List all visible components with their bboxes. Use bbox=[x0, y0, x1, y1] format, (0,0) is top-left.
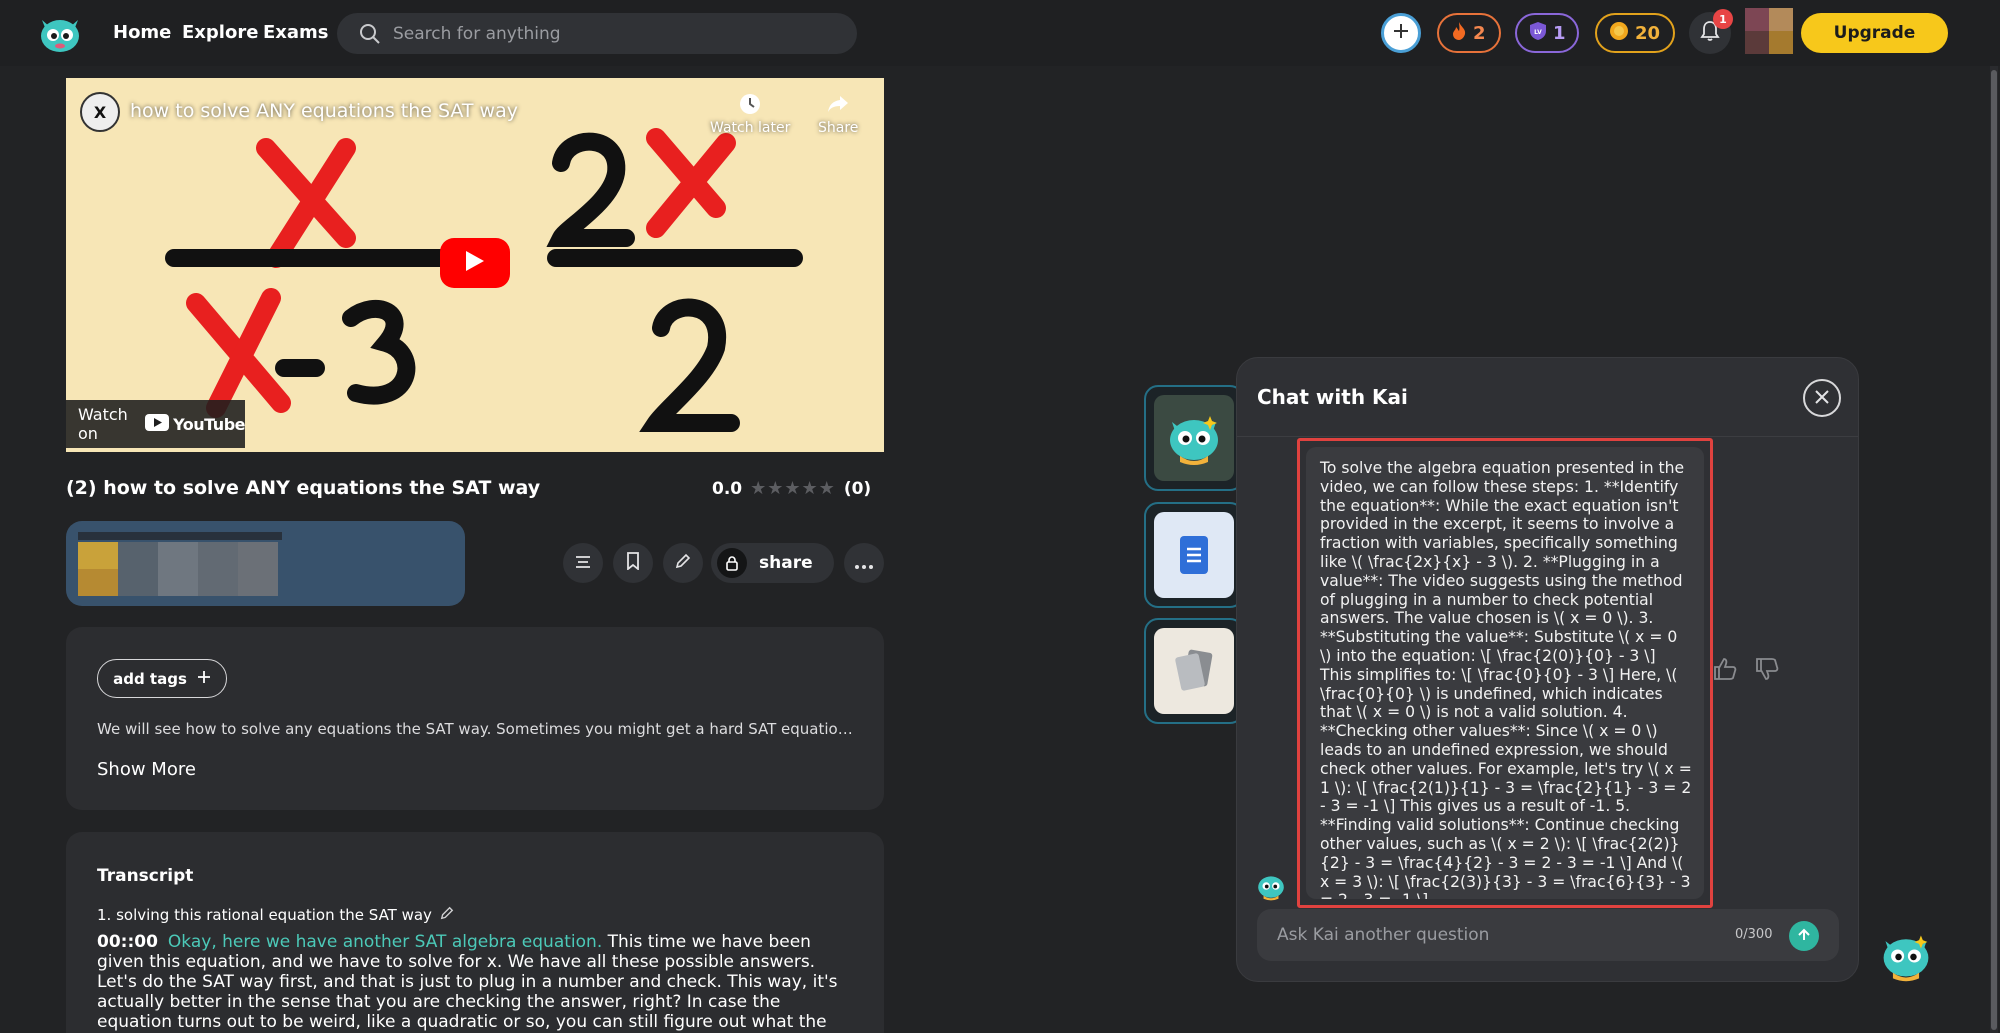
video-player[interactable]: X how to solve ANY equations the SAT way… bbox=[66, 78, 884, 452]
close-chat-button[interactable] bbox=[1803, 379, 1841, 417]
show-more-link[interactable]: Show More bbox=[97, 759, 196, 780]
chat-panel: Chat with Kai To solve the algebra equat… bbox=[1236, 357, 1859, 982]
chat-divider bbox=[1237, 436, 1858, 437]
rating-count: (0) bbox=[843, 478, 872, 499]
chat-title: Chat with Kai bbox=[1257, 385, 1408, 409]
bookmark-icon bbox=[626, 552, 640, 574]
pencil-icon bbox=[675, 553, 691, 573]
send-arrow-icon bbox=[1797, 927, 1811, 946]
create-button[interactable] bbox=[1381, 13, 1421, 53]
flashcard-icon bbox=[1154, 628, 1234, 714]
kai-floating-button[interactable] bbox=[1878, 928, 1934, 984]
description-card: add tags We will see how to solve any eq… bbox=[66, 627, 884, 810]
notification-badge: 1 bbox=[1713, 9, 1733, 29]
plus-small-icon bbox=[197, 670, 211, 688]
video-embed-title[interactable]: how to solve ANY equations the SAT way bbox=[130, 100, 518, 122]
send-button[interactable] bbox=[1789, 921, 1819, 951]
message-highlight-box: To solve the algebra equation presented … bbox=[1297, 438, 1713, 908]
thumbs-down-button[interactable] bbox=[1754, 656, 1780, 686]
page-title: (2) how to solve ANY equations the SAT w… bbox=[66, 477, 541, 499]
kai-avatar-icon bbox=[1154, 395, 1234, 481]
share-arrow-icon bbox=[818, 92, 858, 120]
share-button[interactable]: share bbox=[711, 543, 834, 583]
description-text: We will see how to solve any equations t… bbox=[97, 720, 857, 738]
kai-small-avatar bbox=[1255, 871, 1287, 905]
level-pill[interactable]: LV 1 bbox=[1515, 13, 1579, 53]
transcript-section: 1. solving this rational equation the SA… bbox=[97, 906, 454, 924]
transcript-section-title: 1. solving this rational equation the SA… bbox=[97, 906, 432, 924]
youtube-logo: YouTube bbox=[145, 413, 245, 435]
share-video-button[interactable]: Share bbox=[818, 92, 858, 136]
folder-card[interactable] bbox=[66, 521, 465, 606]
thumbs-up-icon bbox=[1712, 656, 1738, 686]
kai-logo-icon[interactable] bbox=[38, 14, 82, 54]
pencil-icon[interactable] bbox=[440, 906, 454, 924]
watch-later-label: Watch later bbox=[710, 120, 791, 136]
ask-kai-bar[interactable]: 0/300 bbox=[1257, 909, 1839, 961]
ask-kai-input[interactable] bbox=[1277, 922, 1717, 948]
watch-on-youtube[interactable]: Watch on YouTube bbox=[66, 400, 245, 448]
channel-avatar[interactable]: X bbox=[80, 92, 120, 132]
watch-later-button[interactable]: Watch later bbox=[710, 92, 790, 136]
coin-icon bbox=[1609, 21, 1629, 46]
outline-button[interactable] bbox=[563, 543, 603, 583]
page-scrollbar[interactable] bbox=[1991, 70, 1997, 1030]
play-button[interactable] bbox=[440, 238, 510, 288]
transcript-highlight[interactable]: Okay, here we have another SAT algebra e… bbox=[168, 932, 602, 952]
youtube-wordmark: YouTube bbox=[173, 414, 245, 434]
streak-count: 2 bbox=[1473, 22, 1486, 44]
rating-value: 0.0 bbox=[712, 478, 743, 499]
plus-icon bbox=[1392, 22, 1410, 44]
transcript-card: Transcript 1. solving this rational equa… bbox=[66, 832, 884, 1033]
lock-icon bbox=[717, 548, 747, 578]
thumbs-down-icon bbox=[1754, 656, 1780, 686]
share-video-label: Share bbox=[818, 120, 859, 136]
watch-on-label: Watch on bbox=[78, 405, 128, 443]
tab-flashcards[interactable] bbox=[1144, 618, 1244, 724]
transcript-body: 00::00 Okay, here we have another SAT alg… bbox=[97, 932, 857, 1033]
level-shield-icon: LV bbox=[1529, 21, 1547, 46]
top-nav: Home Explore Exams 2 LV 1 20 1 bbox=[0, 0, 2000, 66]
coin-pill[interactable]: 20 bbox=[1595, 13, 1675, 53]
close-icon bbox=[1815, 389, 1829, 408]
rating-stars[interactable]: ★★★★★ bbox=[750, 478, 836, 499]
streak-pill[interactable]: 2 bbox=[1437, 13, 1501, 53]
list-icon bbox=[575, 554, 591, 573]
more-button[interactable] bbox=[844, 543, 884, 583]
avatar[interactable] bbox=[1745, 8, 1793, 54]
fire-icon bbox=[1451, 21, 1467, 46]
more-icon bbox=[855, 554, 873, 573]
svg-text:LV: LV bbox=[1534, 29, 1542, 36]
kai-message: To solve the algebra equation presented … bbox=[1306, 447, 1704, 899]
transcript-heading: Transcript bbox=[97, 866, 194, 886]
upgrade-button[interactable]: Upgrade bbox=[1801, 13, 1948, 53]
youtube-icon bbox=[145, 413, 170, 435]
transcript-timestamp[interactable]: 00::00 bbox=[97, 932, 158, 952]
tab-kai-chat[interactable] bbox=[1144, 385, 1244, 491]
tab-document[interactable] bbox=[1144, 502, 1244, 608]
char-counter: 0/300 bbox=[1735, 927, 1773, 942]
level-count: 1 bbox=[1553, 22, 1566, 44]
coin-count: 20 bbox=[1635, 22, 1661, 44]
search-bar[interactable] bbox=[337, 13, 857, 54]
document-icon bbox=[1154, 512, 1234, 598]
search-icon bbox=[359, 23, 381, 49]
thumbs-up-button[interactable] bbox=[1712, 656, 1738, 686]
clock-icon bbox=[710, 92, 790, 120]
search-input[interactable] bbox=[393, 22, 833, 46]
play-icon bbox=[464, 249, 486, 277]
add-tags-label: add tags bbox=[113, 669, 187, 688]
rating-summary[interactable]: 0.0 ★★★★★ (0) bbox=[712, 478, 871, 499]
edit-button[interactable] bbox=[663, 543, 703, 583]
add-tags-button[interactable]: add tags bbox=[97, 659, 227, 698]
bookmark-button[interactable] bbox=[613, 543, 653, 583]
nav-explore[interactable]: Explore bbox=[182, 22, 258, 43]
nav-home[interactable]: Home bbox=[113, 22, 171, 43]
share-label: share bbox=[759, 553, 813, 573]
nav-exams[interactable]: Exams bbox=[263, 22, 329, 43]
